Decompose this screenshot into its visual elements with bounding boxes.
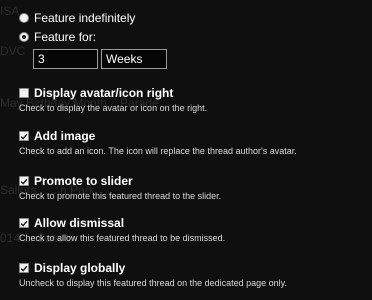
feature-indefinitely-option[interactable]: Feature indefinitely (19, 10, 135, 26)
option-label: Display avatar/icon right (34, 86, 174, 100)
checkmark-icon (20, 178, 28, 185)
option-add-image: Add image Check to add an icon. The icon… (19, 129, 297, 156)
option-description: Check to allow this featured thread to b… (19, 233, 226, 243)
feature-for-radio[interactable] (19, 32, 29, 42)
duration-unit-select[interactable] (101, 49, 167, 69)
background-text: DVC (0, 44, 26, 58)
display-globally-checkbox[interactable] (19, 263, 29, 273)
checkmark-icon (20, 133, 28, 140)
option-description: Uncheck to display this featured thread … (19, 278, 288, 288)
option-description: Check to add an icon. The icon will repl… (19, 146, 297, 156)
option-display-globally: Display globally Uncheck to display this… (19, 261, 287, 288)
display-avatar-right-checkbox[interactable] (19, 88, 29, 98)
option-label: Add image (34, 129, 96, 143)
option-promote-to-slider: Promote to slider Check to promote this … (19, 174, 221, 201)
option-allow-dismissal: Allow dismissal Check to allow this feat… (19, 216, 225, 243)
option-description: Check to display the avatar or icon on t… (19, 103, 208, 113)
option-description: Check to promote this featured thread to… (19, 191, 222, 201)
option-label: Display globally (34, 261, 126, 275)
feature-indefinitely-label: Feature indefinitely (34, 11, 136, 25)
option-label: Allow dismissal (34, 216, 125, 230)
feature-for-option[interactable]: Feature for: (19, 29, 96, 45)
add-image-checkbox[interactable] (19, 131, 29, 141)
background-text: ISA (0, 4, 20, 18)
feature-indefinitely-radio[interactable] (19, 13, 29, 23)
allow-dismissal-checkbox[interactable] (19, 218, 29, 228)
option-label: Promote to slider (34, 174, 133, 188)
checkmark-icon (20, 265, 28, 272)
option-display-avatar-right: Display avatar/icon right Check to displ… (19, 86, 207, 113)
promote-to-slider-checkbox[interactable] (19, 176, 29, 186)
feature-for-label: Feature for: (34, 30, 97, 44)
duration-amount-input[interactable] (33, 49, 98, 69)
checkmark-icon (20, 220, 28, 227)
